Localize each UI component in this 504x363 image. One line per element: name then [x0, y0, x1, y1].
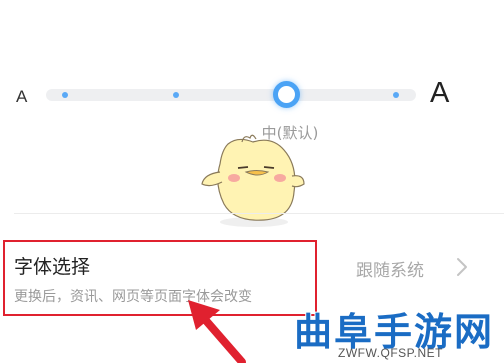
watermark-url: ZWFW.QFSP.NET [338, 346, 443, 360]
chevron-right-icon [457, 258, 467, 276]
font-choice-value: 跟随系统 [356, 261, 424, 281]
slider-track[interactable] [46, 89, 416, 101]
large-font-label: A [430, 77, 450, 109]
font-size-slider[interactable]: A A [0, 72, 504, 120]
slider-tick-1[interactable] [62, 92, 68, 98]
site-watermark: 曲阜手游网 ZWFW.QFSP.NET [294, 304, 504, 363]
slider-tick-5[interactable] [393, 92, 399, 98]
annotation-arrow-icon [188, 300, 246, 363]
font-choice-title: 字体选择 [14, 256, 91, 278]
small-font-label: A [16, 87, 28, 106]
slider-tick-2[interactable] [173, 92, 179, 98]
slider-thumb[interactable] [273, 81, 300, 108]
divider [14, 213, 504, 214]
